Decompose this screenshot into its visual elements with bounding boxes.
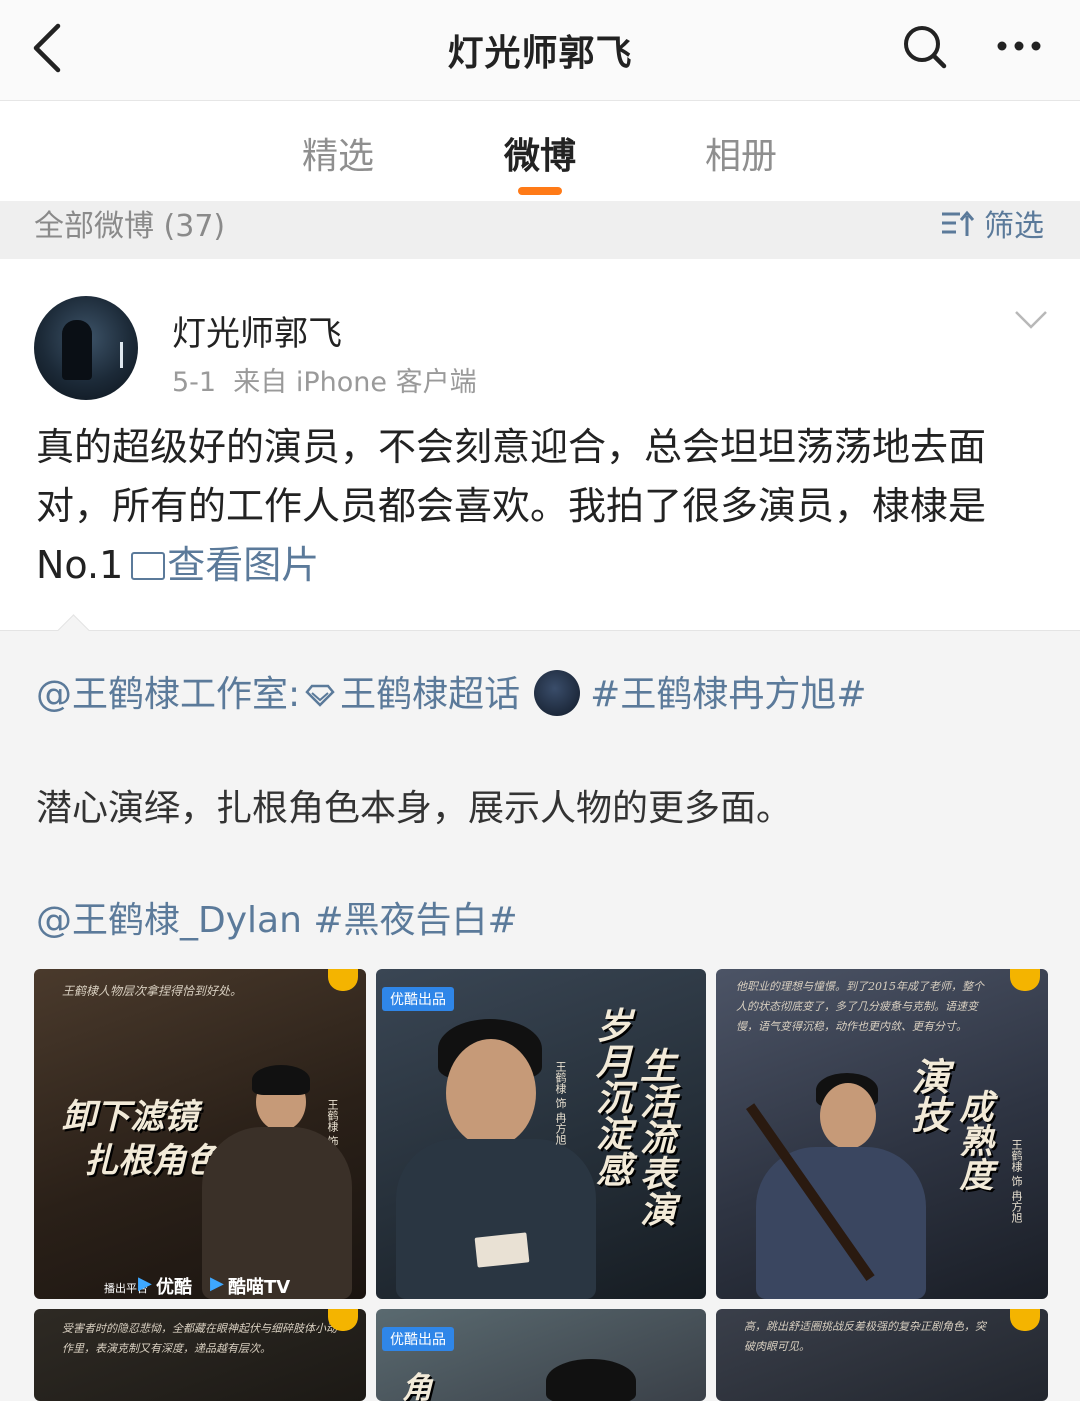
- image-credit: 王鹤棣 饰 冉方旭: [554, 1061, 567, 1145]
- image-title-col-1: 演技: [905, 1057, 949, 1133]
- post-text: 真的超级好的演员，不会刻意迎合，总会坦坦荡荡地去面对，所有的工作人员都会喜欢。我…: [36, 418, 1046, 595]
- supertopic-link[interactable]: 王鹤棣超话: [340, 674, 520, 715]
- filter-icon: [942, 210, 975, 236]
- image-caption: 他职业的理想与憧憬。到了2015年成了老师，整个人的状态彻底变了，多了几分疲惫与…: [736, 980, 984, 1033]
- youku-original-badge: 优酷出品: [382, 1327, 454, 1351]
- post-count-label: 全部微博 (37): [34, 209, 226, 244]
- image-thumbnail-5[interactable]: 优酷出品 角: [376, 1309, 706, 1401]
- mention-studio[interactable]: @王鹤棣工作室:: [36, 674, 300, 715]
- youku-logo-icon: ▶: [138, 1273, 152, 1294]
- mention-dylan[interactable]: @王鹤棣_Dylan: [36, 900, 302, 941]
- image-thumbnail-4[interactable]: 受害者时的隐忍悲恸，全都藏在眼神起伏与细碎肢体小动作里，表演克制又有深度，递品越…: [34, 1309, 366, 1401]
- filter-bar: 全部微博 (37) 筛选: [0, 201, 1080, 259]
- view-images-link[interactable]: 查看图片: [167, 543, 319, 587]
- tab-weibo[interactable]: 微博: [460, 127, 620, 179]
- repost-body: 潜心演绎，扎根角色本身，展示人物的更多面。: [36, 788, 793, 829]
- supertopic-avatar: [534, 670, 581, 716]
- hashtag-show[interactable]: #黑夜告白#: [313, 900, 517, 941]
- repost-mention-line: @王鹤棣_Dylan #黑夜告白#: [36, 891, 518, 943]
- image-thumbnail-1[interactable]: 王鹤棣人物层次拿捏得恰到好处。 卸下滤镜 扎根角色 王鹤棣 饰 冉方旭 播出平台…: [34, 969, 366, 1299]
- post-meta: 5-1 来自 iPhone 客户端: [172, 360, 477, 399]
- image-caption: 高，跳出舒适圈挑战反差极强的复杂正剧角色，突破肉眼可见。: [744, 1320, 986, 1353]
- search-icon[interactable]: [900, 22, 950, 72]
- image-icon: [131, 552, 166, 580]
- more-icon[interactable]: [994, 26, 1044, 66]
- image-caption: 王鹤棣人物层次拿捏得恰到好处。: [62, 984, 243, 998]
- youku-original-badge: 优酷出品: [382, 987, 454, 1011]
- chevron-down-icon[interactable]: [1014, 310, 1048, 330]
- active-tab-indicator: [518, 187, 562, 195]
- image-thumbnail-2[interactable]: 优酷出品 王鹤棣 饰 冉方旭 岁月沉淀感 生活流表演: [376, 969, 706, 1299]
- hashtag-character[interactable]: #王鹤棣冉方旭#: [590, 674, 866, 715]
- avatar[interactable]: [34, 296, 138, 400]
- diamond-icon: [305, 684, 335, 707]
- tab-album[interactable]: 相册: [661, 127, 821, 179]
- top-nav-bar: 灯光师郭飞: [0, 0, 1080, 101]
- post-card: 灯光师郭飞 5-1 来自 iPhone 客户端 真的超级好的演员，不会刻意迎合，…: [0, 260, 1080, 630]
- corner-tag: [1010, 1309, 1040, 1331]
- image-title-line-2: 扎根角色: [84, 1141, 220, 1181]
- image-thumbnail-6[interactable]: 高，跳出舒适圈挑战反差极强的复杂正剧角色，突破肉眼可见。: [716, 1309, 1048, 1401]
- profile-tabs: 精选 微博 相册: [0, 101, 1080, 201]
- filter-label: 筛选: [984, 209, 1044, 244]
- image-title-col-1: 岁月沉淀感: [590, 1007, 631, 1187]
- image-title-line-1: 卸下滤镜: [62, 1097, 198, 1137]
- post-source: 来自 iPhone 客户端: [233, 367, 477, 398]
- image-credit: 王鹤棣 饰 冉方旭: [1010, 1139, 1023, 1223]
- post-author[interactable]: 灯光师郭飞: [172, 306, 342, 355]
- tab-featured[interactable]: 精选: [258, 127, 418, 179]
- filter-button[interactable]: 筛选: [940, 201, 1044, 245]
- image-title-col-2: 成熟度: [953, 1089, 993, 1191]
- youku-logo-text: 优酷: [156, 1277, 192, 1298]
- corner-tag: [328, 969, 358, 991]
- image-title-col-2: 生活流表演: [634, 1047, 675, 1227]
- image-caption: 受害者时的隐忍悲恸，全都藏在眼神起伏与细碎肢体小动作里，表演克制又有深度，递品越…: [62, 1322, 337, 1355]
- corner-tag: [1010, 969, 1040, 991]
- image-thumbnail-3[interactable]: 他职业的理想与憧憬。到了2015年成了老师，整个人的状态彻底变了，多了几分疲惫与…: [716, 969, 1048, 1299]
- image-title-glyph: 角: [402, 1371, 432, 1401]
- corner-tag: [328, 1309, 358, 1331]
- repost-header-line: @王鹤棣工作室: 王鹤棣超话 #王鹤棣冉方旭#: [36, 665, 867, 717]
- kumiao-logo-text: 酷喵TV: [228, 1277, 291, 1298]
- kumiao-logo-icon: ▶: [210, 1273, 224, 1294]
- post-date: 5-1: [172, 367, 217, 398]
- reposted-content: @王鹤棣工作室: 王鹤棣超话 #王鹤棣冉方旭# 潜心演绎，扎根角色本身，展示人物的更…: [0, 614, 1080, 1401]
